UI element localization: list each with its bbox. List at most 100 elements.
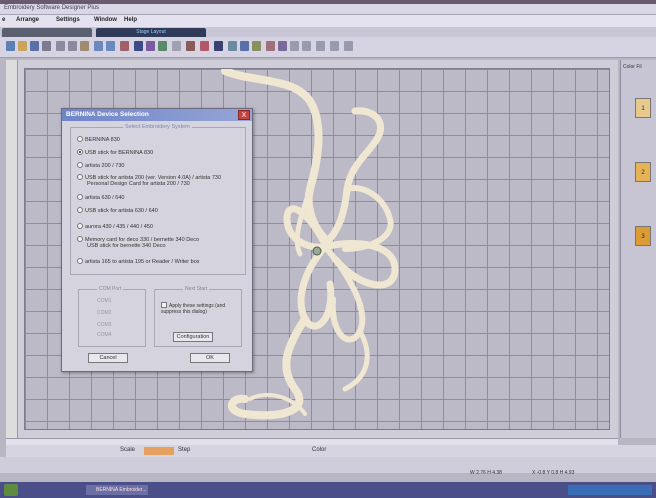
radio-icon[interactable]: [77, 194, 83, 200]
taskbar: BERNINA Embroider...: [0, 482, 656, 498]
taskbar-app[interactable]: BERNINA Embroider...: [86, 485, 148, 495]
copy-icon[interactable]: [68, 41, 77, 51]
menu-edit[interactable]: e: [2, 17, 5, 23]
option-artista-630-640[interactable]: artista 630 / 640: [77, 194, 124, 201]
color-swatch-1[interactable]: 1: [635, 98, 651, 118]
color-swatch-3[interactable]: 3: [635, 226, 651, 246]
color-film-header: Color Fil: [623, 64, 642, 70]
com-port-group: COM Port COM1 COM2 COM3 COM4: [78, 286, 146, 347]
color-swatch-2[interactable]: 2: [635, 162, 651, 182]
open-file-icon[interactable]: [18, 41, 27, 51]
option-label: aurora 430 / 435 / 440 / 450: [85, 224, 153, 230]
next-start-group: Next Start Apply these settings (and sup…: [154, 286, 242, 347]
design-view-icon[interactable]: [278, 41, 287, 51]
option-label: BERNINA 830: [85, 137, 120, 143]
cut-icon[interactable]: [56, 41, 65, 51]
zoom-label: Scale: [120, 447, 136, 453]
color-icon[interactable]: [146, 41, 155, 51]
zoom-in-icon[interactable]: [302, 41, 311, 51]
paste-icon[interactable]: [80, 41, 89, 51]
option-deco-memory-card[interactable]: Memory card for deco 330 / bernette 340 …: [77, 236, 199, 249]
stitch-icon[interactable]: [120, 41, 129, 51]
option-label-line2: USB stick for bernette 340 Deco: [87, 243, 166, 249]
vertical-ruler: [6, 60, 18, 438]
size-readout: W 2.76 H 4.38: [470, 470, 502, 476]
option-label: artista 630 / 640: [85, 195, 125, 201]
radio-icon[interactable]: [77, 223, 83, 229]
app-titlebar: Embroidery Software Designer Plus: [0, 4, 656, 15]
color-dropdown[interactable]: Color: [312, 447, 326, 453]
cancel-button[interactable]: Cancel: [88, 353, 128, 363]
radio-icon[interactable]: [77, 207, 83, 213]
stitch-view-icon[interactable]: [240, 41, 249, 51]
main-toolbar: [0, 37, 656, 58]
radio-icon[interactable]: [77, 136, 83, 142]
checkbox-icon[interactable]: [161, 302, 167, 308]
option-usb-artista-200[interactable]: USB stick for artista 200 (ver. Version …: [77, 174, 221, 187]
start-button[interactable]: [4, 484, 18, 496]
app-title: Embroidery Software Designer Plus: [4, 5, 100, 11]
horizontal-scrollbar[interactable]: [6, 438, 618, 445]
dialog-title: BERNINA Device Selection: [62, 109, 252, 121]
com-port-3: COM3: [97, 322, 112, 328]
menu-bar: e Arrange Settings Window Help: [0, 15, 656, 27]
option-label: artista 200 / 730: [85, 163, 125, 169]
configuration-button[interactable]: Configuration: [173, 332, 213, 342]
menu-help[interactable]: Help: [124, 17, 137, 23]
tab-design[interactable]: [2, 28, 92, 37]
embroidery-system-group: Select Embroidery System BERNINA 830 USB…: [70, 124, 246, 275]
radio-icon[interactable]: [77, 258, 83, 264]
radio-icon[interactable]: [77, 162, 83, 168]
option-label-line2: Personal Design Card for artista 200 / 7…: [87, 181, 190, 187]
option-usb-artista-630[interactable]: USB stick for artista 630 / 640: [77, 207, 158, 214]
stitch-density-bar[interactable]: [144, 447, 174, 455]
hoop-icon[interactable]: [134, 41, 143, 51]
status-bar: Scale Step Color: [6, 445, 656, 457]
stitch-label: Step: [178, 447, 191, 453]
com-port-2: COM2: [97, 310, 112, 316]
option-bernina-830[interactable]: BERNINA 830: [77, 136, 120, 143]
com-port-title: COM Port: [97, 286, 124, 292]
zoom-100-icon[interactable]: [344, 41, 353, 51]
group-title: Select Embroidery System: [123, 124, 192, 130]
select-icon[interactable]: [172, 41, 181, 51]
show-grid-icon[interactable]: [252, 41, 261, 51]
com-port-4: COM4: [97, 332, 112, 338]
position-readout: X -0.8 Y 0.8 H 4.93: [532, 470, 575, 476]
redo-icon[interactable]: [106, 41, 115, 51]
arrange-icon[interactable]: [200, 41, 209, 51]
realistic-view-icon[interactable]: [266, 41, 275, 51]
menu-settings[interactable]: Settings: [56, 17, 80, 23]
menu-arrange[interactable]: Arrange: [16, 17, 39, 23]
radio-icon[interactable]: [77, 236, 83, 242]
checkbox-label: Apply these settings (and suppress this …: [161, 303, 226, 315]
save-icon[interactable]: [30, 41, 39, 51]
next-start-title: Next Start: [183, 286, 210, 292]
tab-stage-layout[interactable]: Stage Layout: [96, 28, 206, 37]
view-tabs: Stage Layout: [0, 27, 656, 37]
zoom-icon[interactable]: [290, 41, 299, 51]
zoom-out-icon[interactable]: [316, 41, 325, 51]
option-usb-bernina-830[interactable]: USB stick for BERNINA 830: [77, 149, 153, 156]
close-button[interactable]: X: [238, 110, 250, 120]
export-icon[interactable]: [186, 41, 195, 51]
menu-window[interactable]: Window: [94, 17, 117, 23]
device-selection-dialog: BERNINA Device Selection X Select Embroi…: [61, 108, 253, 372]
ok-button[interactable]: OK: [190, 353, 230, 363]
hoop-view-icon[interactable]: [214, 41, 223, 51]
print-icon[interactable]: [42, 41, 51, 51]
suppress-dialog-checkbox[interactable]: Apply these settings (and suppress this …: [161, 302, 237, 315]
option-aurora[interactable]: aurora 430 / 435 / 440 / 450: [77, 223, 153, 230]
zoom-fit-icon[interactable]: [330, 41, 339, 51]
radio-icon[interactable]: [77, 174, 83, 180]
artwork-icon[interactable]: [228, 41, 237, 51]
option-label: artista 165 to artista 195 or Reader / W…: [85, 259, 200, 265]
grid-icon[interactable]: [158, 41, 167, 51]
screen: Embroidery Software Designer Plus e Arra…: [0, 0, 656, 498]
new-file-icon[interactable]: [6, 41, 15, 51]
option-artista-165-195[interactable]: artista 165 to artista 195 or Reader / W…: [77, 258, 200, 265]
option-artista-200-730[interactable]: artista 200 / 730: [77, 162, 124, 169]
radio-selected-icon[interactable]: [77, 149, 83, 155]
undo-icon[interactable]: [94, 41, 103, 51]
option-label: USB stick for BERNINA 830: [85, 150, 154, 156]
